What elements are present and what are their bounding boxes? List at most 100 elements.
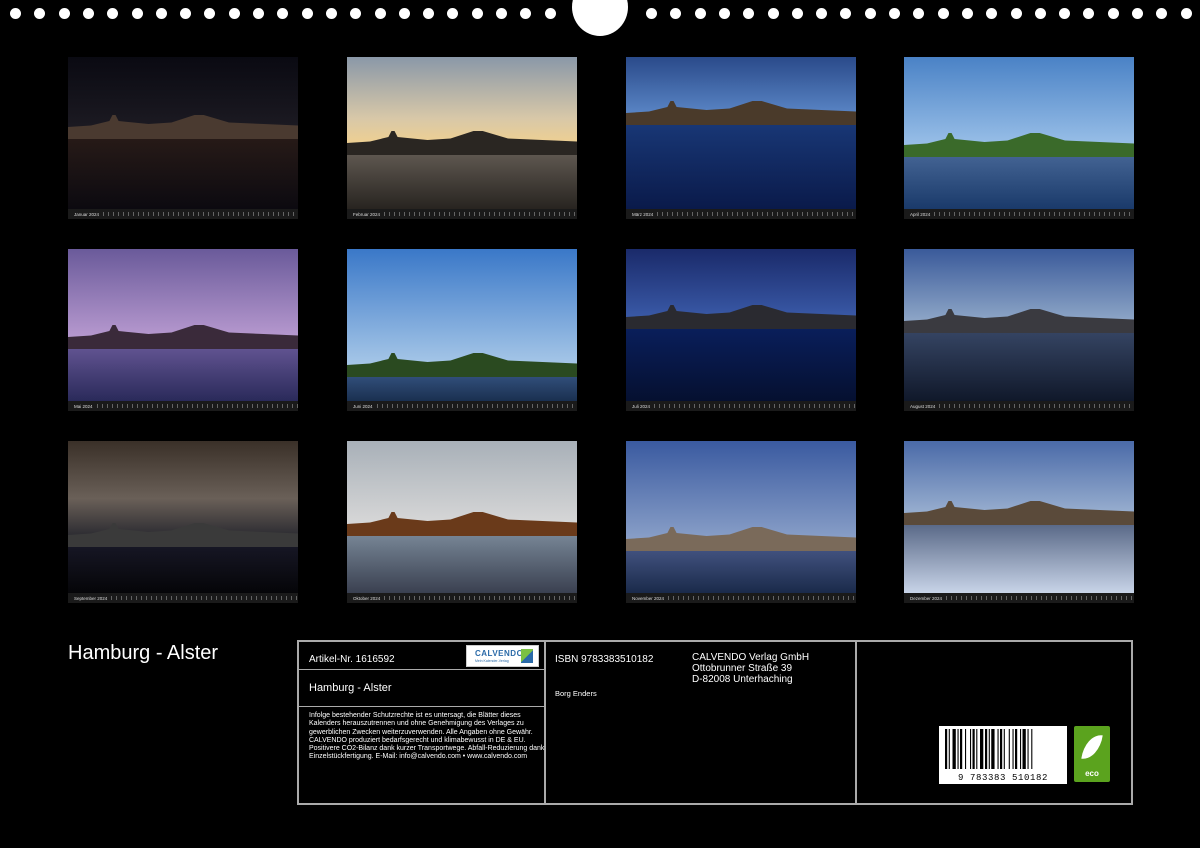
binding-hole — [864, 8, 876, 19]
day-cells — [96, 404, 298, 408]
binding-hole — [937, 8, 949, 19]
photo-water — [347, 526, 577, 593]
product-title: Hamburg - Alster — [309, 682, 392, 694]
binding-hole — [889, 8, 900, 19]
month-label: Dezember 2024 — [910, 595, 943, 601]
month-label: November 2024 — [632, 595, 665, 601]
month-label: Januar 2024 — [74, 211, 100, 217]
binding-hole — [1010, 8, 1022, 19]
binding-hole — [646, 8, 657, 19]
binding-hole — [986, 8, 998, 19]
binding-hole — [204, 8, 216, 19]
day-cells — [103, 212, 298, 216]
barcode-bar — [957, 729, 959, 769]
binding-hole — [350, 8, 362, 19]
binding-hole — [10, 8, 21, 19]
eco-label: eco — [1085, 769, 1099, 778]
calendar-strip: März 2024 — [626, 209, 856, 219]
binding-hole — [82, 8, 94, 19]
barcode-bar — [1020, 729, 1022, 769]
month-thumbnail: Juli 2024 — [626, 249, 856, 411]
binding-hole — [253, 8, 264, 19]
binding-hole — [791, 8, 803, 19]
calendar-strip: Januar 2024 — [68, 209, 298, 219]
month-photo — [347, 441, 577, 593]
divider — [855, 642, 857, 803]
binding-hole — [1034, 8, 1046, 19]
barcode: 9 783383 510182 — [939, 726, 1067, 784]
day-cells — [384, 596, 577, 600]
binding-hole — [670, 8, 682, 19]
binding-hole — [301, 8, 313, 19]
binding-hole — [1156, 8, 1168, 19]
photo-sky — [904, 57, 1134, 147]
photo-water — [626, 319, 856, 401]
binding-hole — [398, 8, 410, 19]
month-label: Oktober 2024 — [353, 595, 381, 601]
month-thumbnail: Februar 2024 — [347, 57, 577, 219]
photo-water — [626, 115, 856, 209]
photo-sky — [626, 441, 856, 541]
month-photo — [904, 249, 1134, 401]
barcode-bar — [985, 729, 988, 769]
month-photo — [626, 249, 856, 401]
photo-sky — [68, 57, 298, 129]
binding-hole — [913, 8, 925, 19]
eco-badge: eco — [1074, 726, 1110, 782]
calvendo-logo: CALVENDO Mein Kalender-Verlag — [466, 645, 539, 667]
calendar-strip: Februar 2024 — [347, 209, 577, 219]
binding-hole — [471, 8, 483, 19]
binding-hole — [423, 8, 435, 19]
month-thumbnail: Mai 2024 — [68, 249, 298, 411]
binding-hole — [1059, 8, 1071, 19]
binding-hole — [131, 8, 143, 19]
binding-hole — [107, 8, 119, 19]
binding-hole — [34, 8, 46, 19]
month-photo — [68, 441, 298, 593]
calendar-strip: Juni 2024 — [347, 401, 577, 411]
isbn: ISBN 9783383510182 — [555, 654, 654, 665]
binding-hole — [447, 8, 459, 19]
binding-hole — [767, 8, 779, 19]
day-cells — [657, 212, 856, 216]
logo-tagline: Mein Kalender-Verlag — [475, 659, 509, 663]
month-thumbnail: August 2024 — [904, 249, 1134, 411]
barcode-bar — [1000, 729, 1003, 769]
photo-sky — [626, 249, 856, 319]
barcode-bar — [1015, 729, 1018, 769]
logo-mark-icon — [521, 649, 533, 663]
divider — [299, 669, 544, 670]
calendar-strip: November 2024 — [626, 593, 856, 603]
barcode-bar — [976, 729, 978, 769]
month-label: Juni 2024 — [353, 403, 373, 409]
barcode-bar — [1008, 729, 1010, 769]
month-label: September 2024 — [74, 595, 108, 601]
binding-hole — [544, 8, 556, 19]
day-cells — [668, 596, 856, 600]
calendar-strip: April 2024 — [904, 209, 1134, 219]
photo-sky — [68, 441, 298, 537]
barcode-bar — [945, 729, 948, 769]
photo-sky — [904, 249, 1134, 323]
month-thumbnail: Dezember 2024 — [904, 441, 1134, 603]
photo-sky — [347, 249, 577, 367]
binding-hole — [520, 8, 532, 19]
binding-hole — [496, 8, 507, 19]
binding-hole — [816, 8, 828, 19]
barcode-bar — [970, 729, 972, 769]
barcode-bars — [945, 729, 1033, 769]
barcode-bar — [991, 729, 995, 769]
binding-hole — [743, 8, 755, 19]
binding-hole — [718, 8, 730, 19]
calendar-title: Hamburg - Alster — [68, 642, 219, 664]
barcode-bar — [972, 729, 975, 769]
barcode-bar — [980, 729, 984, 769]
photo-sky — [904, 441, 1134, 515]
day-cells — [384, 212, 577, 216]
photo-sky — [347, 57, 577, 145]
photo-water — [904, 515, 1134, 593]
month-label: August 2024 — [910, 403, 936, 409]
month-photo — [347, 57, 577, 209]
month-thumbnail: November 2024 — [626, 441, 856, 603]
publisher-city: D-82008 Unterhaching — [692, 674, 793, 685]
